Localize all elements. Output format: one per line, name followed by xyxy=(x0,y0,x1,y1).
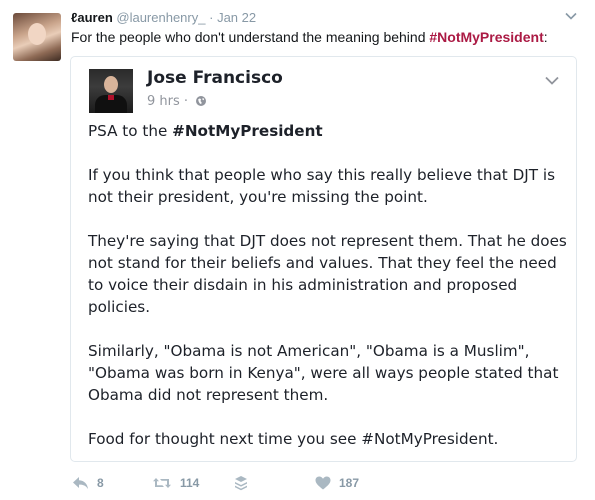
hashtag-link[interactable]: #NotMyPresident xyxy=(429,29,543,45)
retweet-icon xyxy=(153,478,171,488)
post-options-chevron-icon[interactable] xyxy=(545,76,559,85)
post-hashtag[interactable]: #NotMyPresident xyxy=(172,122,323,140)
embedded-facebook-post[interactable]: Jose Francisco 9 hrs · PSA to the #NotMy… xyxy=(70,56,577,462)
globe-icon xyxy=(196,96,207,106)
retweet-count: 114 xyxy=(180,476,200,490)
tweet-header: ℓauren @laurenhenry_ · Jan 22 xyxy=(71,9,256,27)
timestamp[interactable]: Jan 22 xyxy=(217,10,256,25)
heart-icon xyxy=(315,476,331,490)
post-paragraph-3: They're saying that DJT does not represe… xyxy=(88,232,567,316)
reply-count: 8 xyxy=(97,476,104,490)
post-paragraph-4: Similarly, "Obama is not American", "Oba… xyxy=(88,342,559,404)
post-paragraph-2: If you think that people who say this re… xyxy=(88,166,555,206)
tweet-text-end: : xyxy=(543,29,548,45)
post-body: PSA to the #NotMyPresident If you think … xyxy=(88,120,568,472)
reply-icon xyxy=(73,477,88,489)
post-paragraph-1: PSA to the #NotMyPresident xyxy=(88,120,568,142)
add-to-moment-button[interactable] xyxy=(234,474,248,492)
post-author-avatar[interactable] xyxy=(89,69,133,113)
tweet-text-body: For the people who don't understand the … xyxy=(71,29,430,45)
username[interactable]: @laurenhenry_ xyxy=(116,10,205,25)
post-author-name[interactable]: Jose Francisco xyxy=(147,68,283,88)
post-time: 9 hrs · xyxy=(147,94,207,109)
tweet-actions: 8 114 187 xyxy=(72,474,472,492)
retweet-button[interactable]: 114 xyxy=(152,474,199,492)
post-time-text: 9 hrs · xyxy=(147,94,189,109)
like-button[interactable]: 187 xyxy=(315,474,359,492)
post-paragraph-5: Food for thought next time you see #NotM… xyxy=(88,430,499,448)
tweet-text: For the people who don't understand the … xyxy=(71,28,548,47)
like-count: 187 xyxy=(339,476,360,490)
stack-icon xyxy=(235,476,247,491)
avatar[interactable] xyxy=(13,13,61,61)
tweet: ℓauren @laurenhenry_ · Jan 22 For the pe… xyxy=(0,0,595,500)
post-paragraph-1-text: PSA to the xyxy=(88,122,173,140)
reply-button[interactable]: 8 xyxy=(72,474,104,492)
chevron-down-icon[interactable] xyxy=(565,12,577,20)
display-name[interactable]: ℓauren xyxy=(71,10,113,25)
separator-dot: · xyxy=(209,10,214,25)
